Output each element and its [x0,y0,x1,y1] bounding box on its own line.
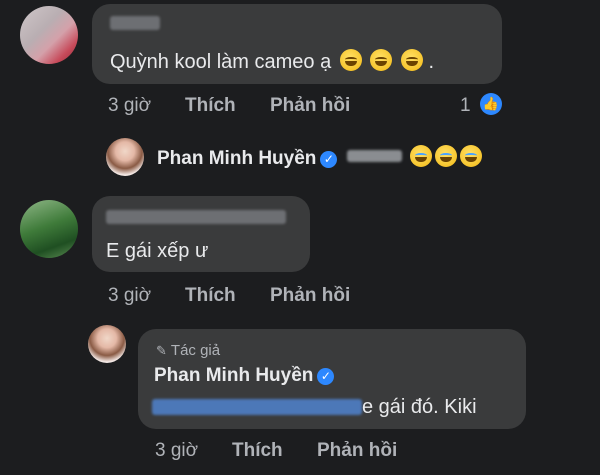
reply-bubble: ✎ Tác giả Phan Minh Huyền ✓ e gái đó. Kiki [138,329,526,429]
reply-button-2[interactable]: Phản hồi [270,285,350,307]
verified-badge-icon: ✓ [320,151,338,168]
reply-button-3[interactable]: Phản hồi [317,440,397,462]
reply-preview[interactable]: Phan Minh Huyền ✓ [157,145,482,170]
thumbs-up-icon[interactable]: 👍 [480,93,502,115]
commenter-name-redacted[interactable] [106,210,286,224]
reply-text: e gái đó. Kiki [362,396,477,418]
like-button-1[interactable]: Thích [185,95,236,117]
author-avatar-preview[interactable] [106,138,144,176]
reply-button-1[interactable]: Phản hồi [270,95,350,117]
tears-of-joy-emoji [409,145,432,167]
comment-bubble-1: Quỳnh kool làm cameo ạ . [92,4,502,84]
comment-text-2: E gái xếp ư [106,240,209,262]
reply-author[interactable]: Phan Minh Huyền ✓ [154,365,335,387]
tears-of-joy-emoji [434,145,457,167]
comment-time-2[interactable]: 3 giờ [108,285,151,307]
comment-text-1: Quỳnh kool làm cameo ạ . [110,49,435,73]
commenter-avatar-2[interactable] [20,200,78,258]
reply-time[interactable]: 3 giờ [155,440,198,462]
comment-bubble-2: E gái xếp ư [92,196,310,272]
grinning-face-emoji [400,49,423,71]
reply-preview-name-redacted [346,150,402,162]
mentioned-name-redacted[interactable] [152,399,362,415]
like-button-3[interactable]: Thích [232,440,283,462]
pencil-icon: ✎ [156,343,167,358]
comment-time-1[interactable]: 3 giờ [108,95,151,117]
grinning-face-emoji [370,49,393,71]
verified-badge-icon: ✓ [317,368,335,385]
author-badge: ✎ Tác giả [156,342,221,359]
tears-of-joy-emoji [459,145,482,167]
grinning-face-emoji [339,49,362,71]
commenter-avatar-1[interactable] [20,6,78,64]
commenter-name-redacted[interactable] [110,16,160,30]
reaction-count-1[interactable]: 1 [460,95,471,117]
comments-section: Quỳnh kool làm cameo ạ . 3 giờ Thích Phả… [0,0,600,475]
reply-preview-author[interactable]: Phan Minh Huyền [157,148,316,169]
like-button-2[interactable]: Thích [185,285,236,307]
author-avatar[interactable] [88,325,126,363]
